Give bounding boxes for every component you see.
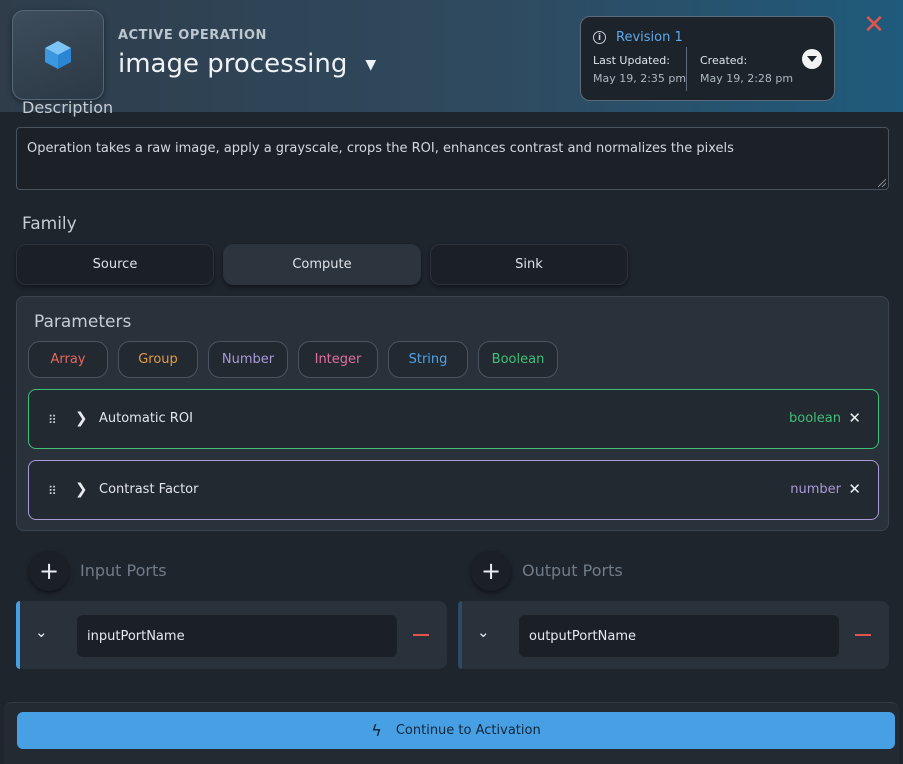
minus-icon[interactable] — [855, 634, 871, 636]
plus-icon: + — [480, 557, 502, 585]
parameter-type: number — [790, 482, 841, 497]
continue-label: Continue to Activation — [395, 723, 541, 738]
header: ACTIVE OPERATION image processing ▼ i Re… — [0, 0, 903, 112]
revision-divider — [686, 47, 687, 91]
parameter-name: Automatic ROI — [99, 411, 193, 426]
output-ports-title: Output Ports — [522, 561, 623, 580]
input-port-card: ⌄ — [16, 601, 447, 669]
close-icon[interactable]: ✕ — [862, 12, 886, 38]
operation-title[interactable]: image processing ▼ — [118, 49, 376, 79]
family-sink-button[interactable]: Sink — [430, 244, 628, 285]
family-compute-button[interactable]: Compute — [223, 244, 421, 285]
drag-handle-icon[interactable]: ⠿ — [48, 413, 57, 427]
chevron-right-icon[interactable]: ❯ — [75, 409, 88, 427]
plus-icon: + — [38, 557, 60, 585]
operation-name: image processing — [118, 49, 348, 79]
parameter-name: Contrast Factor — [99, 482, 199, 497]
parameter-row[interactable]: ⠿ ❯ Automatic ROI boolean ✕ — [28, 389, 879, 449]
revision-title: Revision 1 — [616, 30, 683, 45]
output-port-name-field[interactable] — [519, 615, 839, 657]
last-updated-label: Last Updated: — [593, 54, 670, 67]
chevron-down-icon[interactable]: ⌄ — [35, 623, 48, 641]
revision-toggle-button[interactable] — [802, 49, 822, 69]
created: Created: May 19, 2:28 pm — [700, 52, 793, 88]
input-port-name-field[interactable] — [77, 615, 397, 657]
parameter-type: boolean — [789, 411, 841, 426]
parameter-row[interactable]: ⠿ ❯ Contrast Factor number ✕ — [28, 460, 879, 520]
family-label: Family — [22, 214, 77, 234]
drag-handle-icon[interactable]: ⠿ — [48, 484, 57, 498]
parameters-panel: Parameters Array Group Number Integer St… — [16, 296, 889, 531]
dropdown-caret-icon[interactable]: ▼ — [365, 57, 376, 73]
eyebrow-label: ACTIVE OPERATION — [118, 28, 267, 43]
created-value: May 19, 2:28 pm — [700, 72, 794, 85]
info-icon: i — [593, 31, 606, 44]
cube-icon — [45, 41, 71, 69]
description-textarea[interactable]: Operation takes a raw image, apply a gra… — [16, 127, 889, 190]
description-label: Description — [22, 98, 114, 117]
family-source-button[interactable]: Source — [16, 244, 214, 285]
port-accent — [458, 601, 462, 669]
input-ports-title: Input Ports — [80, 561, 167, 580]
revision-card: i Revision 1 Last Updated: May 19, 2:35 … — [580, 16, 835, 101]
lightning-icon: ϟ — [371, 721, 382, 740]
add-array-chip[interactable]: Array — [28, 341, 108, 378]
chevron-down-icon[interactable]: ⌄ — [477, 623, 490, 641]
add-group-chip[interactable]: Group — [118, 341, 198, 378]
add-integer-chip[interactable]: Integer — [298, 341, 378, 378]
add-output-port-button[interactable]: + — [471, 551, 511, 591]
add-input-port-button[interactable]: + — [29, 551, 69, 591]
operation-icon — [12, 10, 104, 100]
add-number-chip[interactable]: Number — [208, 341, 288, 378]
last-updated-value: May 19, 2:35 pm — [593, 72, 687, 85]
port-accent — [16, 601, 20, 669]
description-text: Operation takes a raw image, apply a gra… — [27, 141, 734, 156]
chevron-down-icon — [807, 56, 817, 62]
minus-icon[interactable] — [413, 634, 429, 636]
continue-to-activation-button[interactable]: ϟ Continue to Activation — [17, 712, 895, 749]
chevron-right-icon[interactable]: ❯ — [75, 480, 88, 498]
created-label: Created: — [700, 54, 748, 67]
last-updated: Last Updated: May 19, 2:35 pm — [593, 52, 686, 88]
resize-grip-icon[interactable] — [878, 179, 886, 187]
output-port-card: ⌄ — [458, 601, 889, 669]
remove-parameter-icon[interactable]: ✕ — [848, 409, 861, 427]
add-string-chip[interactable]: String — [388, 341, 468, 378]
parameters-title: Parameters — [34, 312, 132, 332]
remove-parameter-icon[interactable]: ✕ — [848, 480, 861, 498]
add-boolean-chip[interactable]: Boolean — [478, 341, 558, 378]
